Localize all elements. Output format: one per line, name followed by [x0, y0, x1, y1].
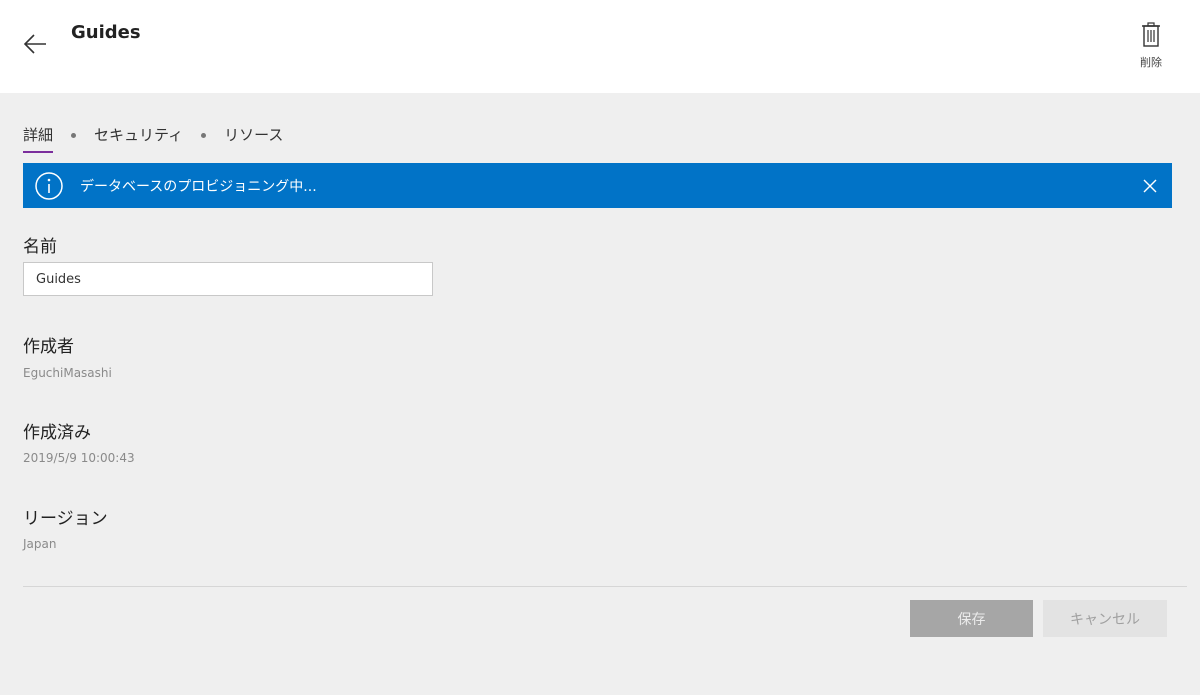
save-button[interactable]: 保存 [910, 600, 1033, 637]
tab-details[interactable]: 詳細 [23, 124, 54, 153]
tab-security[interactable]: セキュリティ [94, 124, 183, 151]
info-icon [35, 172, 63, 200]
region-label: リージョン [23, 509, 108, 529]
delete-label: 削除 [1140, 56, 1162, 69]
cancel-button[interactable]: キャンセル [1043, 600, 1167, 637]
created-label: 作成済み [23, 423, 91, 443]
region-value: Japan [23, 537, 57, 551]
arrow-left-icon [23, 34, 46, 54]
creator-value: EguchiMasashi [23, 366, 112, 380]
close-icon[interactable] [1141, 177, 1159, 195]
tab-separator [201, 133, 207, 138]
page-title: Guides [71, 22, 141, 43]
created-value: 2019/5/9 10:00:43 [23, 451, 135, 465]
name-input[interactable] [23, 262, 433, 296]
tab-bar: 詳細 セキュリティ リソース [23, 124, 283, 154]
back-button[interactable] [20, 28, 52, 60]
trash-icon [1142, 22, 1160, 47]
delete-button[interactable]: 削除 [1128, 20, 1174, 72]
tab-separator [71, 133, 77, 138]
name-label: 名前 [23, 237, 57, 257]
banner-message: データベースのプロビジョニング中... [80, 179, 317, 195]
provisioning-banner: データベースのプロビジョニング中... [23, 163, 1172, 208]
creator-label: 作成者 [23, 337, 74, 357]
tab-resources[interactable]: リソース [224, 124, 283, 151]
footer-divider [23, 586, 1187, 587]
header: Guides 削除 [0, 0, 1200, 93]
